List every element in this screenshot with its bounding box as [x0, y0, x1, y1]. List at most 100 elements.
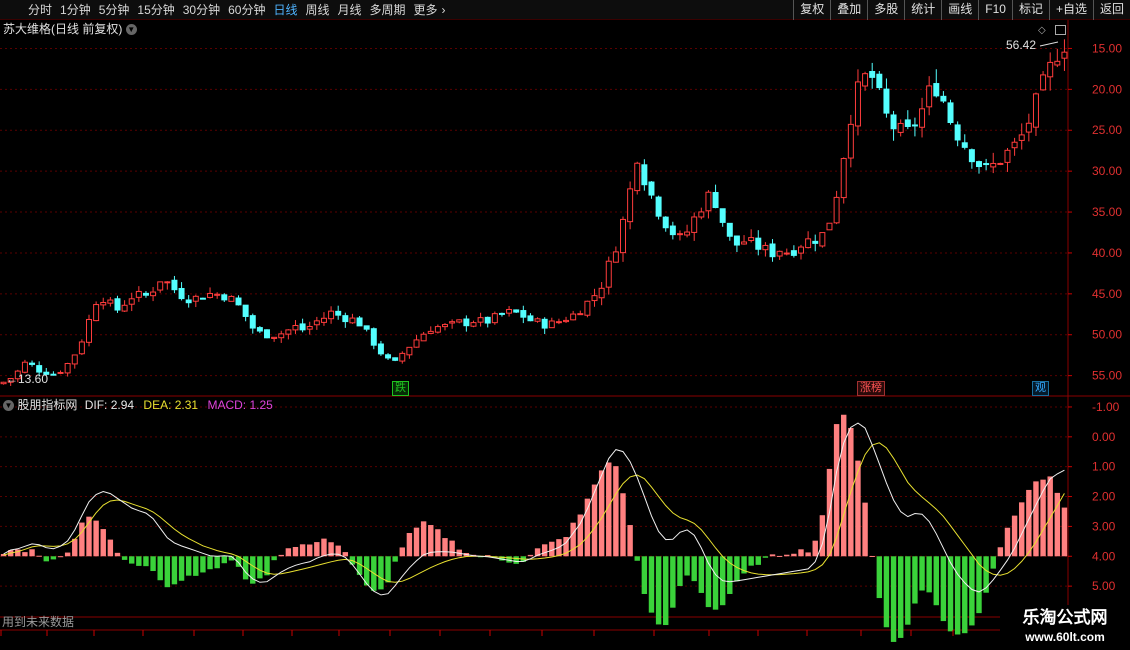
- macd-histogram-bar: [271, 556, 277, 561]
- chevron-right-icon[interactable]: ›: [442, 3, 446, 17]
- macd-histogram-bar: [378, 556, 384, 590]
- candle-body: [342, 315, 349, 323]
- candle-body: [520, 310, 527, 318]
- period-tab-2[interactable]: 5分钟: [99, 1, 130, 18]
- candle-body: [427, 330, 434, 334]
- period-tab-9[interactable]: 多周期: [370, 1, 406, 18]
- macd-histogram-bar: [663, 556, 669, 626]
- candle-body: [555, 321, 562, 324]
- macd-histogram-bar: [513, 556, 519, 564]
- macd-histogram-bar: [748, 556, 754, 566]
- toolbar-button-6[interactable]: 标记: [1011, 0, 1049, 20]
- stock-chart[interactable]: 55.00 50.00 45.00 40.00 35.00 30.00 25.00 20.00…: [0, 20, 1130, 650]
- candle-body: [420, 333, 427, 342]
- toolbar-button-3[interactable]: 统计: [904, 0, 941, 20]
- candle-body: [705, 191, 712, 212]
- period-tab-4[interactable]: 30分钟: [183, 1, 220, 18]
- candle-body: [748, 237, 755, 241]
- candle-body: [534, 318, 541, 322]
- candle-body: [1040, 74, 1047, 91]
- macd-histogram-bar: [620, 493, 626, 557]
- candle-body: [135, 290, 142, 298]
- candle-body: [157, 281, 164, 291]
- price-tick-label: 40.00: [1092, 246, 1122, 260]
- toolbar-button-7[interactable]: +自选: [1048, 0, 1093, 20]
- macd-histogram-bar: [171, 556, 178, 585]
- macd-histogram-bar: [876, 556, 883, 599]
- candle-body: [783, 252, 790, 255]
- toolbar-button-5[interactable]: F10: [978, 0, 1012, 20]
- macd-histogram-bar: [698, 556, 705, 593]
- dea-label: DEA: 2.31: [143, 398, 199, 412]
- candle-body: [192, 295, 199, 302]
- candle-body: [271, 336, 278, 339]
- candle-body: [313, 320, 320, 326]
- signal-badge-die: 跌: [392, 381, 409, 396]
- price-tick-label: 20.00: [1092, 82, 1122, 96]
- macd-histogram-bar: [634, 556, 640, 561]
- macd-histogram-bar: [185, 556, 192, 576]
- macd-histogram-bar: [869, 555, 875, 557]
- macd-histogram-bar: [150, 556, 156, 572]
- macd-histogram-bar: [299, 544, 306, 557]
- period-tab-8[interactable]: 月线: [338, 1, 362, 18]
- macd-histogram-bar: [762, 556, 769, 558]
- period-tab-1[interactable]: 1分钟: [60, 1, 91, 18]
- macd-histogram-bar: [727, 556, 733, 594]
- toolbar-button-2[interactable]: 多股: [867, 0, 904, 20]
- candle-body: [456, 319, 463, 323]
- candle-body: [377, 343, 384, 355]
- macd-histogram-bar: [321, 538, 327, 557]
- window-toggle-icon[interactable]: [1055, 24, 1067, 35]
- chart-tools: ◇: [1038, 22, 1067, 38]
- macd-histogram-bar: [428, 525, 434, 557]
- macd-tick-label: 5.00: [1092, 579, 1116, 593]
- period-tab-5[interactable]: 60分钟: [228, 1, 265, 18]
- candle-body: [669, 225, 676, 236]
- macd-histogram-bar: [769, 554, 776, 557]
- candle-body: [976, 161, 982, 168]
- macd-histogram-bar: [72, 538, 78, 557]
- macd-histogram-bar: [648, 556, 655, 613]
- macd-histogram-bar: [926, 556, 932, 593]
- period-tab-7[interactable]: 周线: [305, 1, 329, 18]
- candle-body: [641, 164, 648, 186]
- candle-body: [484, 316, 491, 324]
- chart-title[interactable]: 苏大维格(日线 前复权) ▼: [3, 22, 137, 36]
- macd-histogram-bar: [997, 547, 1004, 557]
- macd-histogram-bar: [22, 552, 28, 557]
- toolbar-button-1[interactable]: 叠加: [830, 0, 867, 20]
- candle-body: [477, 317, 484, 323]
- period-tab-3[interactable]: 15分钟: [137, 1, 174, 18]
- future-data-note: 用到未来数据: [2, 615, 75, 629]
- macd-tick-label: 0.00: [1092, 430, 1116, 444]
- indicator-header: ▼ 股朋指标网 DIF: 2.94 DEA: 2.31 MACD: 1.25: [3, 398, 273, 412]
- candle-body: [741, 241, 748, 245]
- toolbar-button-8[interactable]: 返回: [1092, 0, 1130, 20]
- candle-body: [285, 329, 292, 335]
- candle-body: [185, 299, 192, 304]
- period-tab-10[interactable]: 更多: [414, 1, 438, 18]
- period-tab-6[interactable]: 日线: [273, 1, 297, 18]
- candle-body: [733, 235, 740, 246]
- macd-label: MACD: 1.25: [207, 398, 273, 412]
- macd-histogram-bar: [207, 556, 213, 570]
- signal-badge-zhangbang: 涨榜: [857, 381, 885, 396]
- candle-body: [128, 298, 135, 305]
- diamond-icon[interactable]: ◇: [1038, 25, 1046, 36]
- candle-body: [335, 310, 342, 316]
- candle-body: [21, 361, 28, 373]
- macd-histogram-bar: [862, 502, 868, 557]
- candle-body: [1025, 122, 1032, 133]
- macd-histogram-bar: [406, 532, 413, 557]
- candle-body: [926, 85, 933, 108]
- toolbar-button-4[interactable]: 画线: [941, 0, 978, 20]
- chevron-down-icon[interactable]: ▼: [3, 400, 14, 412]
- period-tab-0[interactable]: 分时: [28, 1, 52, 18]
- macd-histogram-bar: [100, 529, 106, 557]
- macd-histogram-bar: [670, 556, 676, 608]
- candle-body: [548, 320, 555, 329]
- macd-histogram-bar: [143, 556, 149, 567]
- chevron-down-icon[interactable]: ▼: [125, 24, 137, 36]
- toolbar-button-0[interactable]: 复权: [793, 0, 830, 20]
